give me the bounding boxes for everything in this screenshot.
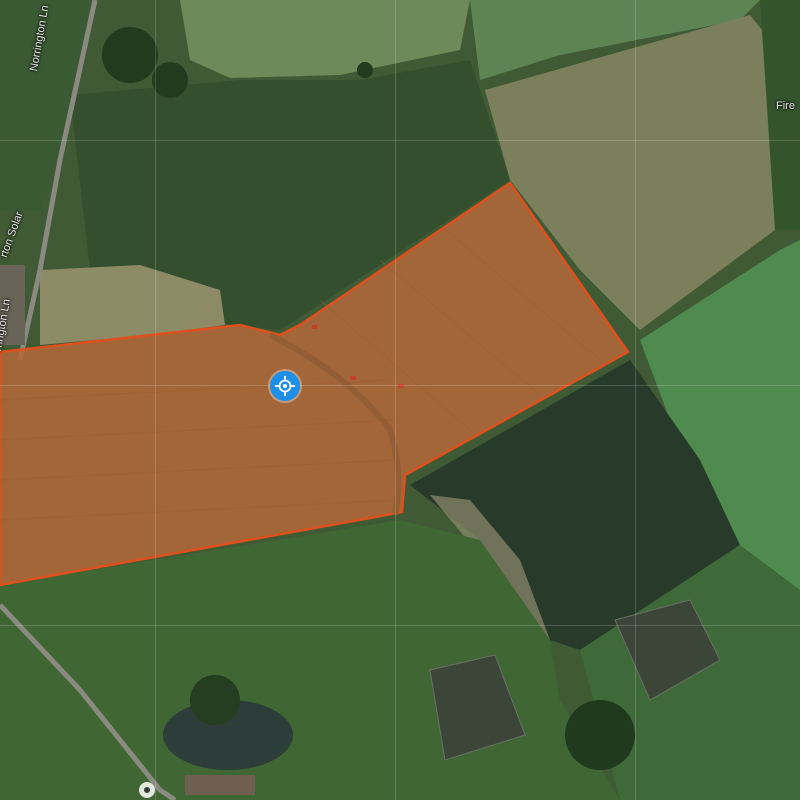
locate-button[interactable]	[270, 371, 300, 401]
grid-line	[155, 0, 156, 800]
road-label-edge: Fire	[776, 100, 795, 112]
crosshair-icon	[274, 375, 296, 397]
satellite-map[interactable]: Norrington Ln rton Solar rrington Ln Fir…	[0, 0, 800, 800]
grid-line	[0, 625, 800, 626]
grid-line	[635, 0, 636, 800]
satellite-imagery	[0, 0, 800, 800]
grid-line	[0, 140, 800, 141]
grid-line	[395, 0, 396, 800]
compass-icon[interactable]	[139, 782, 155, 798]
grid-line	[0, 385, 800, 386]
